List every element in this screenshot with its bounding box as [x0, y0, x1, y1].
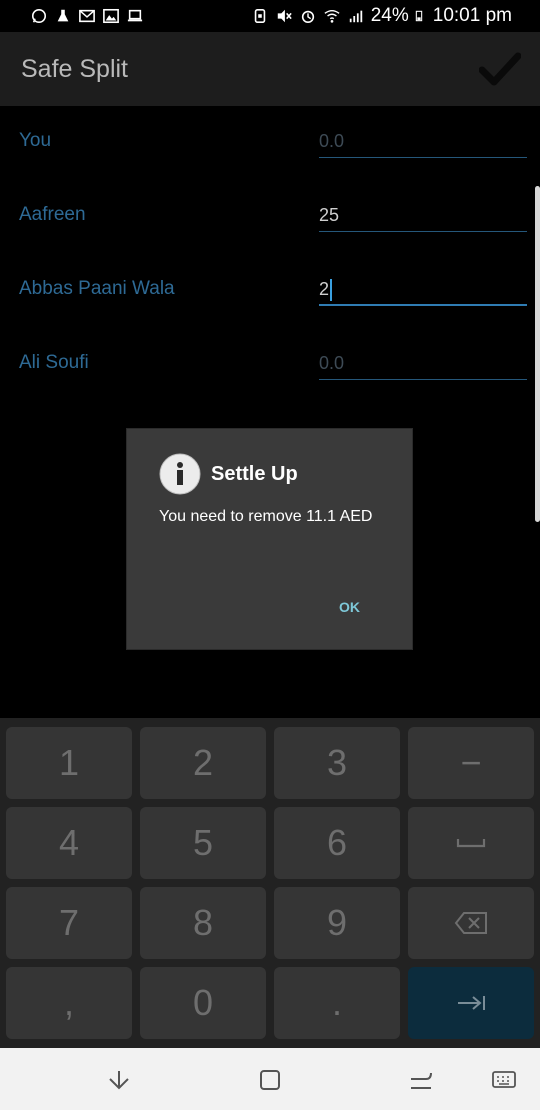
- status-bar: 24% 10:01 pm: [0, 0, 540, 32]
- participant-name: Aafreen: [19, 204, 86, 225]
- participant-name: Ali Soufi: [19, 352, 89, 373]
- dialog-message: You need to remove 11.1 AED: [159, 508, 373, 525]
- dialog-header: Settle Up: [159, 453, 298, 495]
- amount-input-ali[interactable]: 0.0: [319, 346, 527, 380]
- flask-icon: [57, 9, 69, 22]
- key-8[interactable]: 8: [140, 887, 266, 959]
- back-button[interactable]: [407, 1066, 435, 1094]
- mail-icon: [79, 9, 95, 23]
- whatsapp-icon: [31, 8, 47, 24]
- battery-icon: [415, 10, 422, 22]
- lock-battery-icon: [254, 8, 265, 24]
- backspace-icon: [454, 912, 487, 934]
- key-backspace[interactable]: [408, 887, 534, 959]
- battery-percent: 24%: [370, 5, 409, 26]
- numeric-keyboard: 1 2 3 − 4 5 6 7 8 9 , 0 .: [0, 718, 540, 1048]
- app-title: Safe Split: [21, 54, 129, 83]
- scrollbar[interactable]: [535, 186, 540, 522]
- home-button[interactable]: [256, 1066, 284, 1094]
- chevron-down-icon: [109, 1071, 129, 1090]
- key-comma[interactable]: ,: [6, 967, 132, 1039]
- participant-name: Abbas Paani Wala: [19, 278, 175, 299]
- key-period[interactable]: .: [274, 967, 400, 1039]
- key-9[interactable]: 9: [274, 887, 400, 959]
- key-4[interactable]: 4: [6, 807, 132, 879]
- hide-keyboard-button[interactable]: [105, 1066, 133, 1094]
- tab-next-icon: [458, 996, 485, 1010]
- key-3[interactable]: 3: [274, 727, 400, 799]
- notification-icons: [30, 8, 144, 24]
- amount-value: 2: [319, 279, 330, 299]
- screen: 24% 10:01 pm Safe Split You 0.0 Aafreen …: [0, 0, 540, 1110]
- space-icon: [456, 839, 486, 848]
- app-bar: Safe Split: [0, 32, 540, 106]
- image-icon: [103, 8, 119, 24]
- navigation-bar: [0, 1048, 540, 1110]
- text-cursor: [330, 279, 333, 302]
- key-7[interactable]: 7: [6, 887, 132, 959]
- mute-icon: [277, 9, 292, 23]
- amount-input-abbas[interactable]: 2: [319, 272, 527, 306]
- check-icon: [479, 52, 521, 86]
- laptop-icon: [127, 9, 143, 22]
- keyboard-icon: [492, 1071, 516, 1088]
- ok-button[interactable]: OK: [339, 599, 360, 615]
- key-5[interactable]: 5: [140, 807, 266, 879]
- key-minus[interactable]: −: [408, 727, 534, 799]
- keyboard-switch-button[interactable]: [490, 1066, 518, 1094]
- key-1[interactable]: 1: [6, 727, 132, 799]
- participant-name: You: [19, 130, 52, 151]
- home-square-icon: [260, 1070, 280, 1090]
- amount-input-aafreen[interactable]: 25: [319, 198, 527, 232]
- wifi-icon: [324, 9, 340, 23]
- dialog-title: Settle Up: [211, 462, 298, 485]
- confirm-button[interactable]: [478, 49, 522, 89]
- info-icon: [159, 453, 201, 495]
- key-space[interactable]: [408, 807, 534, 879]
- amount-input-you[interactable]: 0.0: [319, 124, 527, 158]
- participant-row-abbas: Abbas Paani Wala 2: [0, 258, 540, 318]
- key-2[interactable]: 2: [140, 727, 266, 799]
- participant-row-you: You 0.0: [0, 110, 540, 170]
- alarm-icon: [301, 10, 314, 24]
- back-icon: [411, 1072, 432, 1089]
- participant-row-ali: Ali Soufi 0.0: [0, 332, 540, 392]
- clock: 10:01 pm: [432, 5, 512, 26]
- signal-icon: [349, 10, 362, 23]
- participant-row-aafreen: Aafreen 25: [0, 184, 540, 244]
- key-enter[interactable]: [408, 967, 534, 1039]
- settle-up-dialog: Settle Up You need to remove 11.1 AED OK: [127, 429, 412, 649]
- key-6[interactable]: 6: [274, 807, 400, 879]
- system-icons: 24% 10:01 pm: [251, 5, 512, 27]
- key-0[interactable]: 0: [140, 967, 266, 1039]
